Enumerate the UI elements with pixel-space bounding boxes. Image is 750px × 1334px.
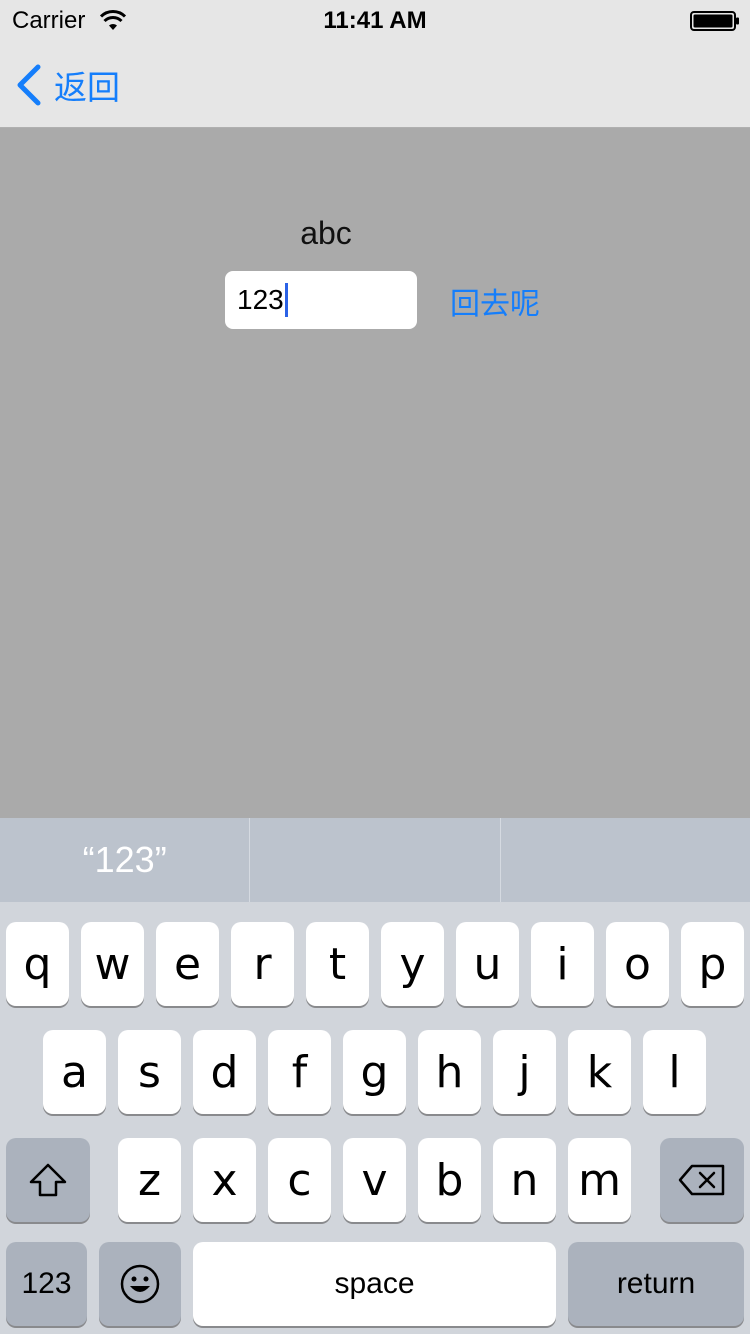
main-content: abc 123 回去呢 xyxy=(0,129,750,818)
back-button-label: 返回 xyxy=(54,68,120,107)
key-a[interactable]: a xyxy=(43,1030,106,1114)
suggestion-3[interactable] xyxy=(501,818,750,902)
numbers-key[interactable]: 123 xyxy=(6,1242,87,1326)
suggestion-2[interactable] xyxy=(250,818,499,902)
battery-icon xyxy=(690,11,739,31)
key-y[interactable]: y xyxy=(381,922,444,1006)
key-i[interactable]: i xyxy=(531,922,594,1006)
text-caret xyxy=(284,283,288,317)
key-o[interactable]: o xyxy=(606,922,669,1006)
key-r[interactable]: r xyxy=(231,922,294,1006)
back-button[interactable]: 返回 xyxy=(14,60,120,110)
delete-icon xyxy=(678,1164,725,1196)
key-h[interactable]: h xyxy=(418,1030,481,1114)
key-w[interactable]: w xyxy=(81,922,144,1006)
key-v[interactable]: v xyxy=(343,1138,406,1222)
key-g[interactable]: g xyxy=(343,1030,406,1114)
key-u[interactable]: u xyxy=(456,922,519,1006)
shift-key[interactable] xyxy=(6,1138,90,1222)
chevron-left-icon xyxy=(17,64,41,106)
key-s[interactable]: s xyxy=(118,1030,181,1114)
key-d[interactable]: d xyxy=(193,1030,256,1114)
suggestion-bar: “123” xyxy=(0,818,750,902)
keyboard: q w e r t y u i o p a s d f g h j k l z … xyxy=(0,902,750,1334)
key-m[interactable]: m xyxy=(568,1138,631,1222)
key-f[interactable]: f xyxy=(268,1030,331,1114)
key-j[interactable]: j xyxy=(493,1030,556,1114)
delete-key[interactable] xyxy=(660,1138,744,1222)
key-l[interactable]: l xyxy=(643,1030,706,1114)
key-c[interactable]: c xyxy=(268,1138,331,1222)
text-input-field[interactable]: 123 xyxy=(225,271,417,329)
clock: 11:41 AM xyxy=(323,7,427,34)
key-x[interactable]: x xyxy=(193,1138,256,1222)
input-value: 123 xyxy=(237,284,284,315)
key-z[interactable]: z xyxy=(118,1138,181,1222)
return-key[interactable]: return xyxy=(568,1242,744,1326)
key-n[interactable]: n xyxy=(493,1138,556,1222)
abc-label: abc xyxy=(300,215,352,251)
space-key[interactable]: space xyxy=(193,1242,556,1326)
shift-icon xyxy=(29,1163,67,1197)
emoji-key[interactable] xyxy=(99,1242,181,1326)
suggestion-1[interactable]: “123” xyxy=(0,818,249,902)
key-p[interactable]: p xyxy=(681,922,744,1006)
key-q[interactable]: q xyxy=(6,922,69,1006)
status-bar: Carrier 11:41 AM xyxy=(0,0,750,40)
emoji-icon xyxy=(120,1264,160,1304)
go-back-button[interactable]: 回去呢 xyxy=(450,279,540,323)
navigation-bar: 返回 xyxy=(0,40,750,128)
key-k[interactable]: k xyxy=(568,1030,631,1114)
key-e[interactable]: e xyxy=(156,922,219,1006)
key-t[interactable]: t xyxy=(306,922,369,1006)
key-b[interactable]: b xyxy=(418,1138,481,1222)
